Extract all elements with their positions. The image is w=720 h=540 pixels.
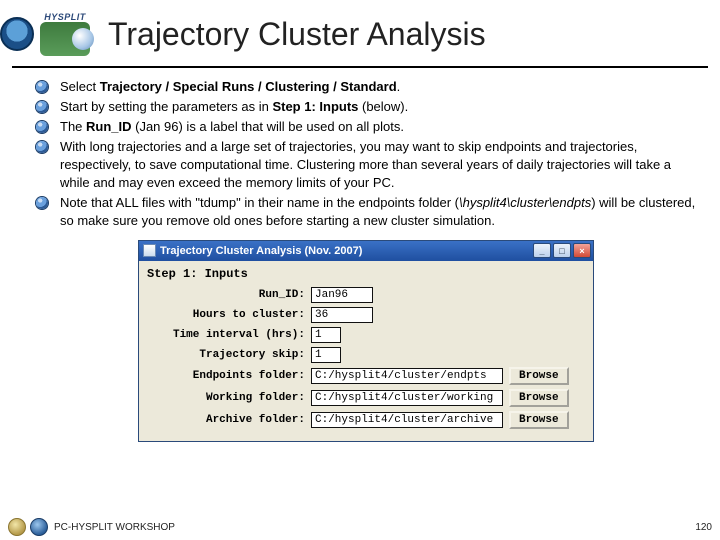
app-icon <box>143 244 156 257</box>
minimize-button[interactable]: _ <box>533 243 551 258</box>
dialog-body: Step 1: Inputs Run_ID: Hours to cluster:… <box>139 261 593 441</box>
noaa-logo-icon <box>0 17 34 51</box>
label-endpts: Endpoints folder: <box>147 370 305 382</box>
browse-endpts-button[interactable]: Browse <box>509 367 569 385</box>
input-skip[interactable] <box>311 347 341 363</box>
footer-badges <box>8 518 48 536</box>
bullet-item: Start by setting the parameters as in St… <box>32 98 700 116</box>
logo-block: HYSPLIT <box>0 12 90 56</box>
hysplit-logo: HYSPLIT <box>40 12 90 56</box>
row-archive: Archive folder: Browse <box>147 411 585 429</box>
page-title: Trajectory Cluster Analysis <box>108 16 486 53</box>
dialog-wrap: Trajectory Cluster Analysis (Nov. 2007) … <box>32 240 700 442</box>
bullet-text: Select <box>60 79 100 94</box>
bullet-text: Note that ALL files with "tdump" in thei… <box>60 195 459 210</box>
footer-text: PC-HYSPLIT WORKSHOP <box>54 522 695 533</box>
page-number: 120 <box>695 522 712 533</box>
doc-seal-icon <box>8 518 26 536</box>
bullet-item: With long trajectories and a large set o… <box>32 138 700 192</box>
label-hours: Hours to cluster: <box>147 309 305 321</box>
row-run-id: Run_ID: <box>147 287 585 303</box>
label-interval: Time interval (hrs): <box>147 329 305 341</box>
globe-icon <box>40 22 90 56</box>
bullet-text: (below). <box>358 99 408 114</box>
close-button[interactable]: × <box>573 243 591 258</box>
input-hours[interactable] <box>311 307 373 323</box>
bullet-item: The Run_ID (Jan 96) is a label that will… <box>32 118 700 136</box>
input-working[interactable] <box>311 390 503 406</box>
input-interval[interactable] <box>311 327 341 343</box>
window-buttons: _ □ × <box>533 243 591 258</box>
maximize-button[interactable]: □ <box>553 243 571 258</box>
content-area: Select Trajectory / Special Runs / Clust… <box>0 78 720 442</box>
bullet-list: Select Trajectory / Special Runs / Clust… <box>32 78 700 230</box>
label-run-id: Run_ID: <box>147 289 305 301</box>
label-archive: Archive folder: <box>147 414 305 426</box>
hysplit-label: HYSPLIT <box>40 12 90 22</box>
row-working: Working folder: Browse <box>147 389 585 407</box>
browse-working-button[interactable]: Browse <box>509 389 569 407</box>
row-hours: Hours to cluster: <box>147 307 585 323</box>
bullet-item: Note that ALL files with "tdump" in thei… <box>32 194 700 230</box>
title-divider <box>12 66 708 68</box>
step1-label: Step 1: Inputs <box>147 267 585 281</box>
bullet-text: With long trajectories and a large set o… <box>60 139 671 190</box>
bullet-text: . <box>397 79 401 94</box>
bullet-text: Start by setting the parameters as in <box>60 99 272 114</box>
input-endpts[interactable] <box>311 368 503 384</box>
noaa-seal-icon <box>30 518 48 536</box>
bullet-item: Select Trajectory / Special Runs / Clust… <box>32 78 700 96</box>
bullet-text: Run_ID <box>86 119 132 134</box>
bullet-text: \hysplit4\cluster\endpts <box>459 195 591 210</box>
browse-archive-button[interactable]: Browse <box>509 411 569 429</box>
bullet-text: (Jan 96) is a label that will be used on… <box>132 119 404 134</box>
bullet-text: The <box>60 119 86 134</box>
row-endpts: Endpoints folder: Browse <box>147 367 585 385</box>
input-run-id[interactable] <box>311 287 373 303</box>
slide-header: HYSPLIT Trajectory Cluster Analysis <box>0 0 720 62</box>
bullet-text: Trajectory / Special Runs / Clustering /… <box>100 79 397 94</box>
bullet-text: Step 1: Inputs <box>272 99 358 114</box>
dialog-titlebar: Trajectory Cluster Analysis (Nov. 2007) … <box>139 241 593 261</box>
input-archive[interactable] <box>311 412 503 428</box>
row-interval: Time interval (hrs): <box>147 327 585 343</box>
row-skip: Trajectory skip: <box>147 347 585 363</box>
slide-footer: PC-HYSPLIT WORKSHOP 120 <box>0 514 720 540</box>
label-skip: Trajectory skip: <box>147 349 305 361</box>
dialog-title: Trajectory Cluster Analysis (Nov. 2007) <box>160 245 533 257</box>
label-working: Working folder: <box>147 392 305 404</box>
cluster-dialog: Trajectory Cluster Analysis (Nov. 2007) … <box>138 240 594 442</box>
